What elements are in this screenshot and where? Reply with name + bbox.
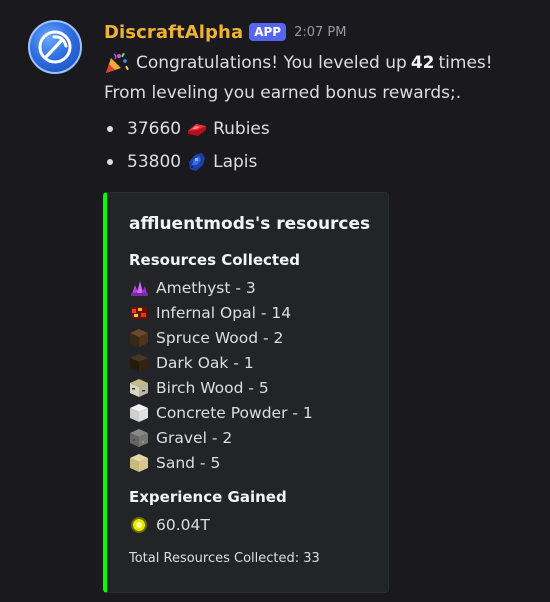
birch-wood-icon — [130, 379, 148, 397]
experience-orb-icon — [131, 517, 147, 533]
timestamp[interactable]: 2:07 PM — [294, 25, 346, 40]
resource-item: Sand - 5 — [129, 452, 220, 474]
reward-item: 37660 Rubies — [104, 115, 270, 143]
embed-footer: Total Resources Collected: 33 — [129, 551, 320, 566]
amethyst-icon — [131, 281, 148, 296]
resource-item: Concrete Powder - 1 — [129, 402, 313, 424]
resource-text: Spruce Wood - 2 — [156, 329, 284, 347]
congrats-suffix: times! — [438, 53, 493, 73]
message-header: DiscraftAlpha APP 2:07 PM — [104, 19, 346, 45]
reward-amount: 37660 — [127, 119, 182, 139]
spruce-wood-icon — [130, 329, 148, 347]
app-badge: APP — [249, 23, 287, 41]
username[interactable]: DiscraftAlpha — [104, 22, 243, 43]
bullet-dot — [107, 126, 113, 132]
experience-value: 60.04T — [156, 516, 210, 534]
gravel-icon — [130, 429, 148, 447]
experience-item: 60.04T — [129, 514, 210, 536]
reward-name: Rubies — [213, 119, 270, 139]
resources-heading: Resources Collected — [129, 251, 300, 269]
resource-text: Gravel - 2 — [156, 429, 233, 447]
level-count: 42 — [410, 53, 435, 73]
ruby-icon — [188, 124, 207, 136]
resource-item: Dark Oak - 1 — [129, 352, 254, 374]
resource-text: Birch Wood - 5 — [156, 379, 269, 397]
resource-text: Infernal Opal - 14 — [156, 304, 292, 322]
reward-amount: 53800 — [127, 152, 182, 172]
reward-name: Lapis — [213, 152, 258, 172]
resource-text: Dark Oak - 1 — [156, 354, 254, 372]
resource-text: Amethyst - 3 — [156, 279, 256, 297]
resource-item: Spruce Wood - 2 — [129, 327, 283, 349]
concrete-powder-icon — [130, 404, 148, 422]
reward-item: 53800 Lapis — [104, 148, 257, 176]
resource-text: Concrete Powder - 1 — [156, 404, 313, 422]
infernal-opal-icon — [131, 307, 147, 319]
resource-item: Infernal Opal - 14 — [129, 302, 291, 324]
message-line-congrats: Congratulations! You leveled up 42 times… — [104, 50, 493, 76]
resource-item: Birch Wood - 5 — [129, 377, 269, 399]
resource-item: Amethyst - 3 — [129, 277, 256, 299]
pickaxe-logo-icon — [38, 30, 72, 64]
congrats-text: Congratulations! You leveled up — [136, 53, 407, 73]
embed-title: affluentmods's resources — [129, 214, 371, 234]
sand-icon — [130, 454, 148, 472]
party-popper-icon — [106, 52, 129, 73]
lapis-icon — [189, 153, 206, 171]
resource-text: Sand - 5 — [156, 454, 221, 472]
resource-item: Gravel - 2 — [129, 427, 232, 449]
bullet-dot — [107, 159, 113, 165]
bot-avatar[interactable] — [28, 20, 82, 74]
message-line-rewards: From leveling you earned bonus rewards;. — [104, 83, 462, 103]
dark-oak-icon — [130, 354, 148, 372]
experience-heading: Experience Gained — [129, 488, 287, 506]
resources-embed: affluentmods's resources Resources Colle… — [103, 192, 389, 593]
